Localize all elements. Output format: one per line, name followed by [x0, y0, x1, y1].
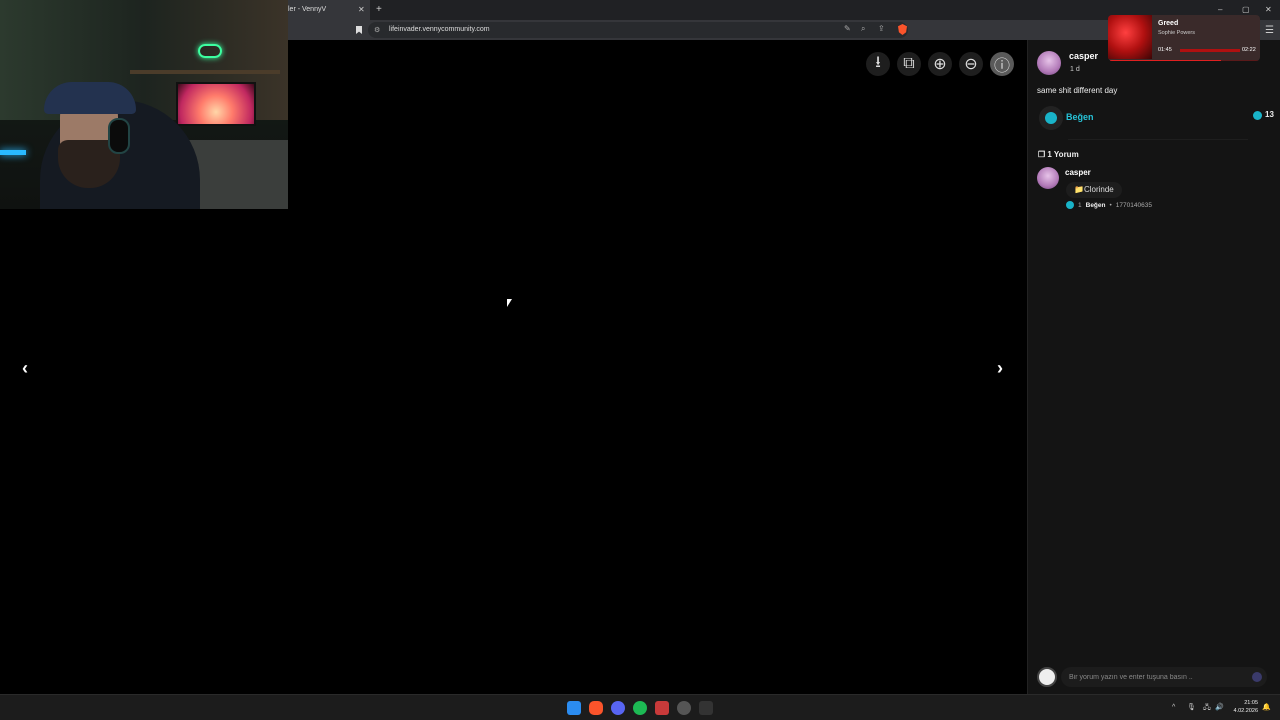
divider [1068, 139, 1248, 140]
comment-input[interactable] [1061, 667, 1267, 687]
now-playing-widget[interactable]: Greed Sophie Powers 01:45 02:22 [1108, 15, 1260, 61]
comment-meta-separator: • [1109, 201, 1112, 209]
comment-input-row [1028, 662, 1280, 694]
like-button[interactable] [1039, 106, 1063, 130]
track-total: 02:22 [1242, 47, 1256, 53]
mouse-cursor-icon [507, 299, 512, 307]
comments-count-label: 1 Yorum [1047, 150, 1079, 159]
app-icon[interactable] [655, 701, 669, 715]
comment-timestamp: 1770140635 [1115, 201, 1152, 209]
webcam-shelf [130, 70, 280, 74]
close-window-button[interactable]: ✕ [1265, 0, 1272, 20]
comment-text: 📁Clorinde [1066, 182, 1122, 198]
bookmark-icon[interactable] [356, 26, 362, 34]
tray-chevron-icon[interactable]: ^ [1172, 695, 1175, 720]
tab-close-icon[interactable]: ✕ [358, 0, 365, 20]
comment-like-button[interactable]: Beğen [1086, 202, 1106, 209]
previous-arrow-icon[interactable]: ‹ [22, 358, 28, 379]
comment-meta: 1 Beğen • 1770140635 [1066, 201, 1152, 209]
post-time: 1 d [1070, 66, 1080, 73]
zoom-out-icon: ⊖ [964, 56, 978, 73]
track-title: Greed [1158, 20, 1179, 27]
post-text: same shit different day [1037, 86, 1118, 95]
open-external-icon: ⧉ [903, 55, 915, 72]
streamer-cap [44, 82, 136, 114]
track-waveform [1180, 49, 1240, 52]
comment-like-count: 1 [1078, 201, 1082, 209]
album-art [1108, 15, 1152, 59]
webcam-tv [176, 82, 256, 126]
comment-author[interactable]: casper [1065, 168, 1091, 177]
like-icon [1045, 112, 1057, 124]
download-icon: ⭳ [875, 53, 881, 71]
viewer-toolbar: ⭳ ⧉ ⊕ ⊖ ⓘ [866, 52, 1014, 76]
like-count[interactable]: 13 [1265, 110, 1274, 119]
start-menu-icon[interactable] [567, 701, 581, 715]
post-author-avatar[interactable] [1037, 51, 1061, 75]
emoji-icon[interactable] [1252, 672, 1262, 682]
download-button[interactable]: ⭳ [866, 52, 890, 76]
info-icon: ⓘ [993, 58, 1010, 75]
comment-author-avatar[interactable] [1037, 167, 1059, 189]
headset [108, 118, 130, 154]
zoom-out-button[interactable]: ⊖ [959, 52, 983, 76]
track-progress-bar[interactable] [1110, 60, 1260, 61]
spotify-icon[interactable] [633, 701, 647, 715]
like-count-icon [1253, 111, 1262, 120]
clock-time: 21:05 [1244, 700, 1258, 706]
share-icon[interactable]: ⇪ [878, 24, 885, 33]
track-artist: Sophie Powers [1158, 30, 1195, 36]
comments-header: ❐ 1 Yorum [1038, 150, 1079, 159]
address-bar[interactable]: ⚙ lifeinvader.vennycommunity.com [368, 22, 908, 38]
webcam-overlay [0, 0, 288, 209]
taskbar: ^ 🎙 🖧 🔊 21:05 4.02.2026 🔔 [0, 694, 1280, 720]
mic-icon[interactable]: 🎙 [1187, 695, 1196, 720]
zoom-in-button[interactable]: ⊕ [928, 52, 952, 76]
zoom-icon[interactable]: ⌕ [861, 24, 865, 34]
screen: ler - VennyV ✕ + – ▢ ✕ ⚙ lifeinvader.ven… [0, 0, 1280, 720]
brave-browser-icon[interactable] [589, 701, 603, 715]
like-label[interactable]: Beğen [1066, 112, 1094, 122]
pen-app-icon[interactable] [699, 701, 713, 715]
zoom-in-icon: ⊕ [933, 56, 947, 73]
comment-like-icon [1066, 201, 1074, 209]
notification-icon[interactable]: 🔔 [1262, 695, 1271, 720]
track-progress-fill [1110, 60, 1221, 61]
browser-tab[interactable]: ler - VennyV ✕ [288, 0, 370, 20]
mute-icon[interactable]: ✎ [844, 24, 851, 33]
site-info-icon[interactable]: ⚙ [374, 26, 380, 34]
volume-icon[interactable]: 🔊 [1215, 695, 1224, 720]
system-clock[interactable]: 21:05 4.02.2026 [1228, 699, 1258, 715]
current-user-avatar [1037, 667, 1057, 687]
settings-icon[interactable] [677, 701, 691, 715]
clock-date: 4.02.2026 [1233, 708, 1258, 714]
post-sidebar: casper 1 d same shit different day Beğen… [1027, 40, 1280, 694]
new-tab-button[interactable]: + [376, 0, 382, 20]
next-arrow-icon[interactable]: › [997, 358, 1003, 379]
post-author[interactable]: casper [1069, 51, 1098, 61]
url-text: lifeinvader.vennycommunity.com [389, 26, 490, 33]
controller-neon-sign [198, 44, 222, 58]
info-button[interactable]: ⓘ [990, 52, 1014, 76]
menu-icon[interactable]: ☰ [1265, 25, 1274, 36]
tab-title: ler - VennyV [288, 6, 327, 13]
track-elapsed: 01:45 [1158, 47, 1172, 53]
discord-icon[interactable] [611, 701, 625, 715]
network-icon[interactable]: 🖧 [1203, 695, 1211, 720]
comments-icon: ❐ [1038, 150, 1048, 159]
led-light [0, 150, 26, 155]
open-external-button[interactable]: ⧉ [897, 52, 921, 76]
